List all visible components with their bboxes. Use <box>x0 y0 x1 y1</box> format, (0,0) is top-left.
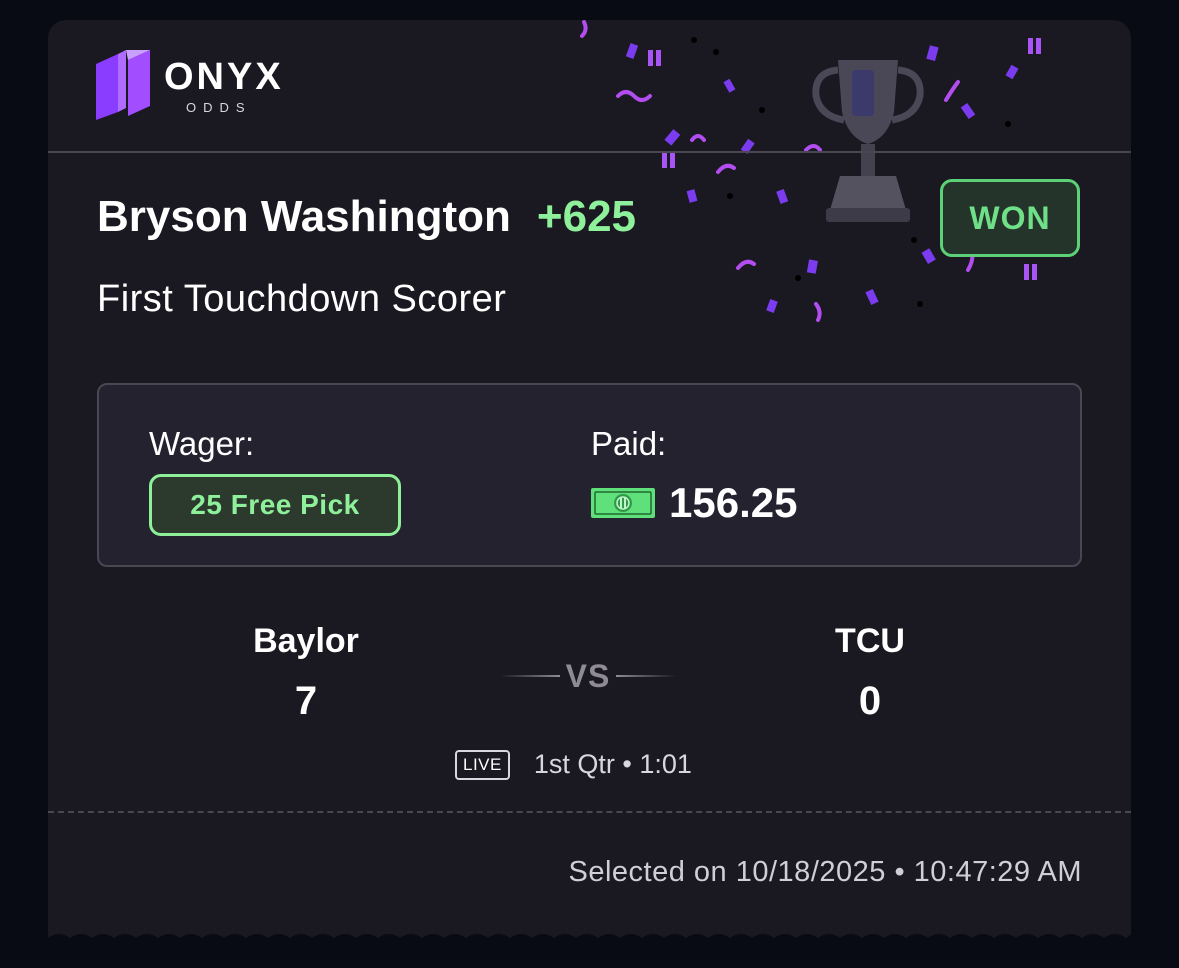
header-divider <box>48 151 1131 153</box>
player-name: Bryson Washington <box>97 192 511 241</box>
wager-summary: Wager: 25 Free Pick Paid: 156.25 <box>97 383 1082 567</box>
wager-value-badge: 25 Free Pick <box>149 474 401 536</box>
header: ONYX ODDS <box>48 20 1131 322</box>
vs-line-left <box>500 675 560 677</box>
brand-name: ONYX <box>164 56 284 98</box>
brand-subtitle: ODDS <box>186 100 252 115</box>
status-badge: WON <box>940 179 1080 257</box>
paid-label: Paid: <box>591 425 667 462</box>
wager-label: Wager: <box>149 425 255 462</box>
bet-market: First Touchdown Scorer <box>97 278 507 320</box>
onyx-logo: ONYX ODDS <box>96 50 296 122</box>
bet-odds: +625 <box>536 192 637 241</box>
onyx-logo-mark-icon <box>96 50 150 120</box>
selected-timestamp: Selected on 10/18/2025 • 10:47:29 AM <box>568 856 1082 888</box>
cash-icon <box>591 488 655 518</box>
away-team: TCU 0 <box>760 622 980 724</box>
away-team-name: TCU <box>835 622 905 660</box>
dashed-divider <box>48 811 1131 813</box>
vs-separator: VS <box>500 656 676 696</box>
home-team: Baylor 7 <box>196 622 416 724</box>
away-team-score: 0 <box>858 679 882 723</box>
live-badge: LIVE <box>455 749 510 780</box>
vs-line-right <box>616 675 676 677</box>
paid-row: 156.25 <box>591 479 797 527</box>
bet-slip-card: ONYX ODDS Bryson Washington +625 First T… <box>48 20 1131 942</box>
game-clock: 1st Qtr • 1:01 <box>533 749 692 779</box>
home-team-score: 7 <box>294 679 318 723</box>
bet-title: Bryson Washington +625 <box>97 192 636 242</box>
ticket-edge <box>48 934 1131 942</box>
game-status: LIVE 1st Qtr • 1:01 <box>455 749 692 780</box>
trophy-icon <box>812 60 924 222</box>
paid-amount: 156.25 <box>669 479 798 526</box>
vs-label: VS <box>565 657 611 694</box>
home-team-name: Baylor <box>253 622 359 660</box>
